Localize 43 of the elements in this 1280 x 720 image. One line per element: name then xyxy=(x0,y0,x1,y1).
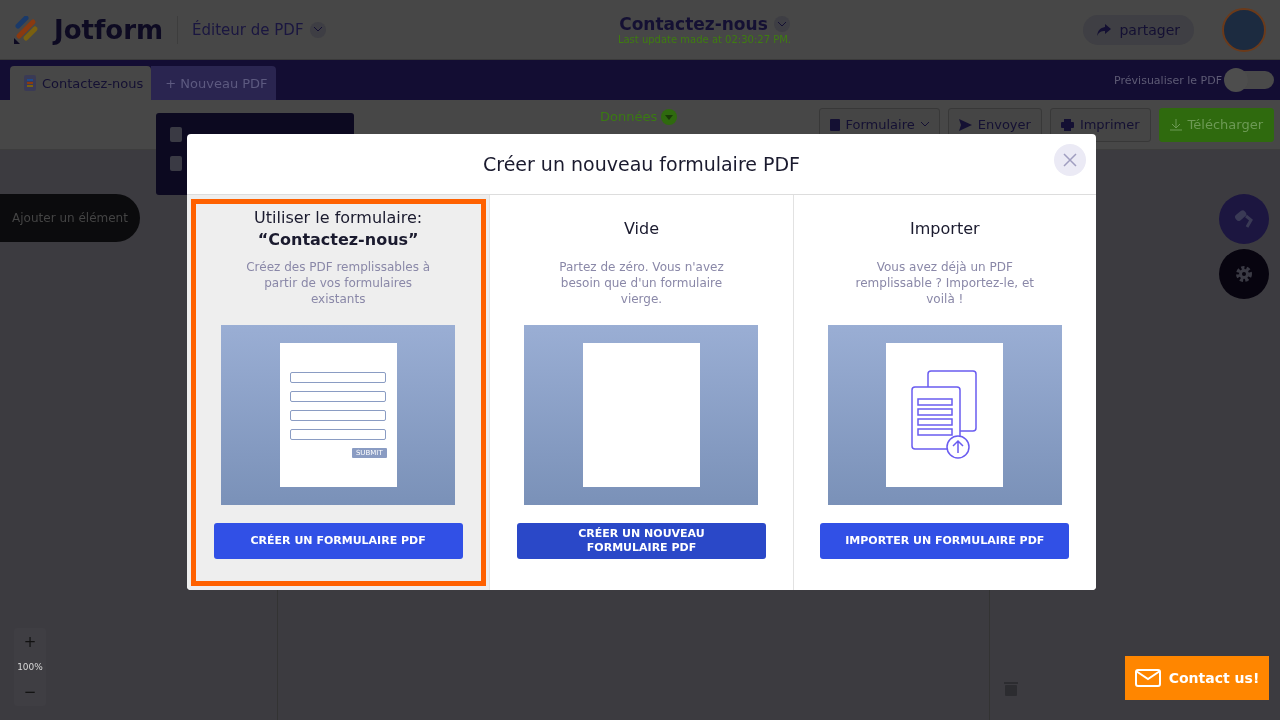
printer-icon xyxy=(1060,118,1074,131)
caret-icon xyxy=(920,122,929,127)
close-button[interactable] xyxy=(1054,144,1086,176)
add-element-button[interactable]: Ajouter un élément xyxy=(0,194,140,242)
document-title[interactable]: Contactez-nous xyxy=(619,14,790,34)
close-icon xyxy=(1063,153,1077,167)
option-description: Vous avez déjà un PDF remplissable ? Importez-le, et voilà ! xyxy=(854,259,1036,307)
option-description: Créez des PDF remplissables à partir de vos formulaires existants xyxy=(245,259,432,307)
preview-label: Prévisualiser le PDF xyxy=(1114,73,1222,87)
upload-documents-icon xyxy=(909,369,980,461)
paint-roller-button[interactable] xyxy=(1219,194,1269,244)
create-button[interactable]: IMPORTER UN FORMULAIRE PDF xyxy=(820,523,1070,559)
zoom-out-button[interactable]: − xyxy=(14,678,46,706)
option-description: Partez de zéro. Vous n'avez besoin que d'un formulaire vierge. xyxy=(558,259,725,307)
send-icon xyxy=(958,118,972,131)
share-arrow-icon xyxy=(1097,23,1112,36)
document-icon xyxy=(170,156,182,171)
logo-text: Jotform xyxy=(54,14,164,45)
settings-button[interactable] xyxy=(1219,249,1269,299)
document-icon xyxy=(24,75,36,91)
contact-button[interactable]: Contact us! xyxy=(1125,656,1269,700)
dialog-title: Créer un nouveau formulaire PDF xyxy=(482,153,801,175)
caret-icon xyxy=(309,21,326,38)
create-button[interactable]: CRÉER UN NOUVEAU FORMULAIRE PDF xyxy=(517,523,766,559)
caret-icon xyxy=(773,16,790,32)
option-title: Utiliser le formulaire: “Contactez-nous” xyxy=(253,207,424,251)
avatar[interactable] xyxy=(1222,7,1266,52)
option-title: Importer xyxy=(910,218,980,240)
preview-toggle[interactable] xyxy=(1226,71,1274,89)
download-icon xyxy=(1169,118,1182,131)
create-button[interactable]: CRÉER UN FORMULAIRE PDF xyxy=(213,523,463,559)
document-icon xyxy=(829,118,840,131)
toolbar-button[interactable]: Télécharger xyxy=(1158,107,1274,142)
settings-icon xyxy=(1234,264,1254,284)
option-title: Vide xyxy=(623,218,659,240)
zoom-in-button[interactable]: + xyxy=(14,628,46,656)
document-icon xyxy=(170,127,182,142)
document-tab[interactable]: Contactez-nous xyxy=(10,66,152,100)
logo-icon xyxy=(14,15,40,44)
envelope-icon xyxy=(1134,669,1161,687)
zoom-level: 100% xyxy=(17,661,43,674)
paint-roller-icon xyxy=(1233,208,1255,230)
caret-down-icon[interactable] xyxy=(661,108,678,125)
